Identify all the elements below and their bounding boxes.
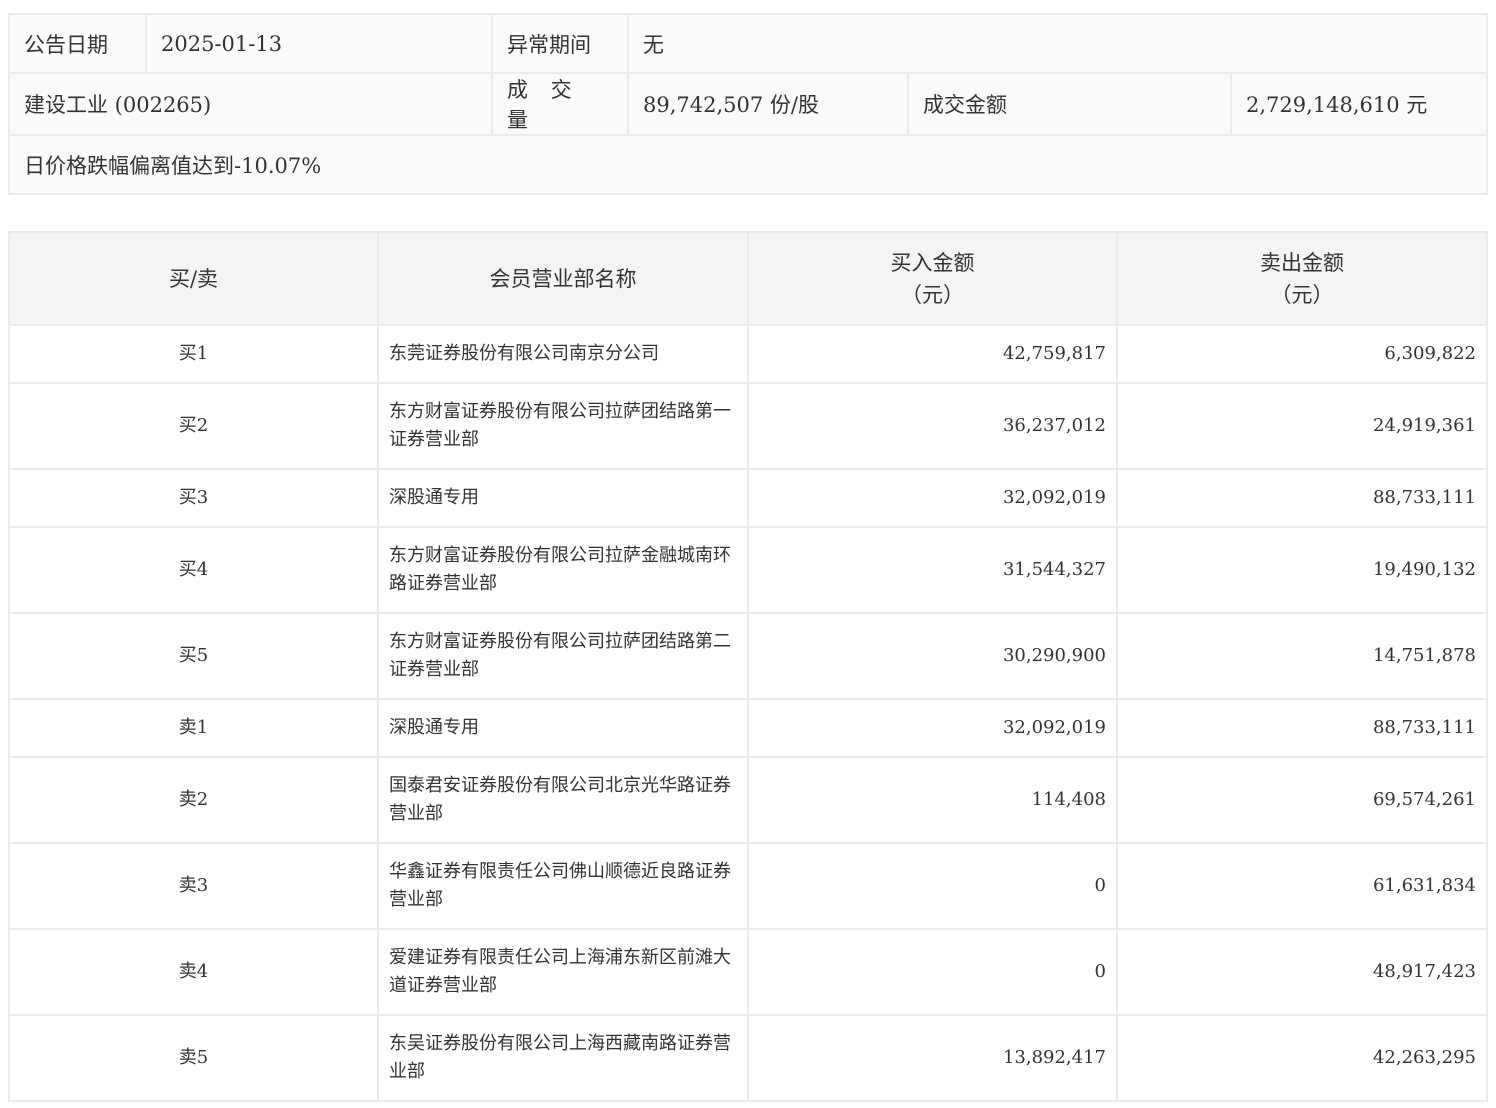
buy-amount-cell: 114,408 (747, 756, 1118, 844)
buy-amount-cell: 0 (747, 842, 1118, 930)
side-cell: 买2 (8, 382, 379, 470)
seat-name-cell: 东方财富证券股份有限公司拉萨团结路第一证券营业部 (377, 382, 749, 470)
table-row: 卖4 爱建证券有限责任公司上海浦东新区前滩大道证券营业部 0 48,917,423 (8, 928, 1488, 1016)
buy-amount-cell: 32,092,019 (747, 698, 1118, 758)
seat-name-cell: 东莞证券股份有限公司南京分公司 (377, 324, 749, 384)
sell-amount-cell: 69,574,261 (1116, 756, 1488, 844)
buy-amount-cell: 31,544,327 (747, 526, 1118, 614)
header-name: 会员营业部名称 (377, 231, 749, 326)
table-row: 买5 东方财富证券股份有限公司拉萨团结路第二证券营业部 30,290,900 14,7… (8, 612, 1488, 700)
header-buy: 买入金额 （元） (747, 231, 1118, 326)
sell-amount-cell: 19,490,132 (1116, 526, 1488, 614)
table-row: 买3 深股通专用 32,092,019 88,733,111 (8, 468, 1488, 528)
table-row: 买4 东方财富证券股份有限公司拉萨金融城南环路证券营业部 31,544,327 19,… (8, 526, 1488, 614)
buy-amount-cell: 0 (747, 928, 1118, 1016)
buy-amount-cell: 36,237,012 (747, 382, 1118, 470)
seat-name-cell: 东方财富证券股份有限公司拉萨金融城南环路证券营业部 (377, 526, 749, 614)
period-value: 无 (627, 13, 1488, 74)
buy-amount-cell: 32,092,019 (747, 468, 1118, 528)
side-cell: 买3 (8, 468, 379, 528)
sell-amount-cell: 61,631,834 (1116, 842, 1488, 930)
table-header: 买/卖 会员营业部名称 买入金额 （元） 卖出金额 （元） (8, 231, 1488, 326)
table-row: 卖5 东吴证券股份有限公司上海西藏南路证券营业部 13,892,417 42,263,… (8, 1014, 1488, 1102)
trading-seats-table: 买/卖 会员营业部名称 买入金额 （元） 卖出金额 （元） 买1 东莞证券股份有限公司… (8, 231, 1488, 1102)
side-cell: 卖2 (8, 756, 379, 844)
amount-value: 2,729,148,610 元 (1230, 72, 1488, 136)
seat-name-cell: 华鑫证券有限责任公司佛山顺德近良路证券营业部 (377, 842, 749, 930)
seat-name-cell: 东吴证券股份有限公司上海西藏南路证券营业部 (377, 1014, 749, 1102)
header-side: 买/卖 (8, 231, 379, 326)
date-label: 公告日期 (8, 13, 147, 74)
sell-amount-cell: 88,733,111 (1116, 698, 1488, 758)
amount-label: 成交金额 (907, 72, 1232, 136)
table-row: 卖2 国泰君安证券股份有限公司北京光华路证券营业部 114,408 69,574,26… (8, 756, 1488, 844)
sell-amount-cell: 6,309,822 (1116, 324, 1488, 384)
seat-name-cell: 东方财富证券股份有限公司拉萨团结路第二证券营业部 (377, 612, 749, 700)
seat-name-cell: 深股通专用 (377, 468, 749, 528)
table-row: 卖3 华鑫证券有限责任公司佛山顺德近良路证券营业部 0 61,631,834 (8, 842, 1488, 930)
volume-value: 89,742,507 份/股 (627, 72, 909, 136)
sell-amount-cell: 24,919,361 (1116, 382, 1488, 470)
seat-name-cell: 国泰君安证券股份有限公司北京光华路证券营业部 (377, 756, 749, 844)
buy-amount-cell: 30,290,900 (747, 612, 1118, 700)
side-cell: 买1 (8, 324, 379, 384)
side-cell: 卖3 (8, 842, 379, 930)
side-cell: 买4 (8, 526, 379, 614)
side-cell: 买5 (8, 612, 379, 700)
table-row: 卖1 深股通专用 32,092,019 88,733,111 (8, 698, 1488, 758)
buy-amount-cell: 42,759,817 (747, 324, 1118, 384)
stock-name: 建设工业 (002265) (8, 72, 493, 136)
buy-amount-cell: 13,892,417 (747, 1014, 1118, 1102)
date-value: 2025-01-13 (145, 13, 493, 74)
seat-name-cell: 爱建证券有限责任公司上海浦东新区前滩大道证券营业部 (377, 928, 749, 1016)
side-cell: 卖5 (8, 1014, 379, 1102)
sell-amount-cell: 88,733,111 (1116, 468, 1488, 528)
header-sell: 卖出金额 （元） (1116, 231, 1488, 326)
sell-amount-cell: 48,917,423 (1116, 928, 1488, 1016)
sell-amount-cell: 14,751,878 (1116, 612, 1488, 700)
sell-amount-cell: 42,263,295 (1116, 1014, 1488, 1102)
side-cell: 卖1 (8, 698, 379, 758)
reason: 日价格跌幅偏离值达到-10.07% (8, 134, 1488, 195)
volume-label: 成 交 量 (491, 72, 629, 136)
side-cell: 卖4 (8, 928, 379, 1016)
period-label: 异常期间 (491, 13, 629, 74)
announcement-info-table: 公告日期 2025-01-13 异常期间 无 建设工业 (002265) 成 交… (8, 13, 1488, 195)
table-row: 买2 东方财富证券股份有限公司拉萨团结路第一证券营业部 36,237,012 24,9… (8, 382, 1488, 470)
seat-name-cell: 深股通专用 (377, 698, 749, 758)
table-row: 买1 东莞证券股份有限公司南京分公司 42,759,817 6,309,822 (8, 324, 1488, 384)
